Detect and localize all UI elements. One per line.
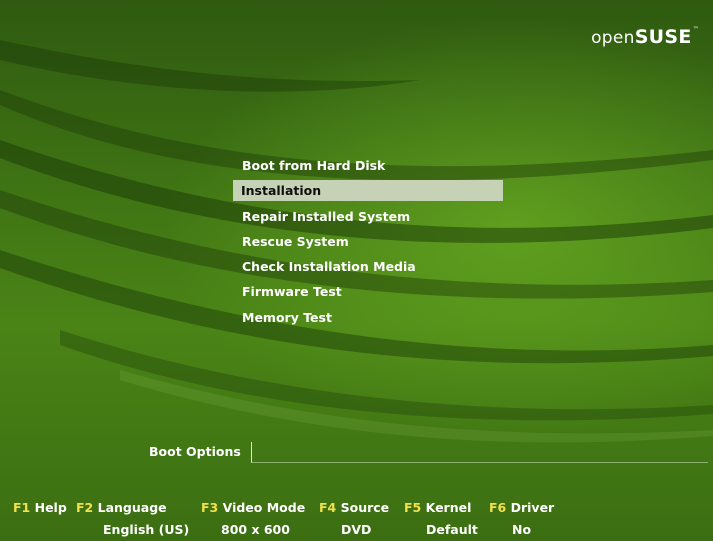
fkey-key: F5 bbox=[404, 500, 422, 515]
fkey-value: English (US) bbox=[103, 522, 190, 537]
menu-item-firmware-test[interactable]: Firmware Test bbox=[233, 281, 503, 302]
menu-item-repair-installed-system[interactable]: Repair Installed System bbox=[233, 206, 503, 227]
boot-options-label: Boot Options bbox=[149, 444, 241, 459]
fkey-value: DVD bbox=[341, 522, 372, 537]
fkey-help[interactable]: F1 Help bbox=[13, 500, 67, 515]
menu-item-installation[interactable]: Installation bbox=[233, 180, 503, 202]
boot-screen: openSUSE™ Boot from Hard Disk Installati… bbox=[0, 0, 713, 541]
fkey-video-mode[interactable]: F3 Video Mode 800 x 600 bbox=[201, 500, 306, 537]
menu-item-check-installation-media[interactable]: Check Installation Media bbox=[233, 256, 503, 277]
fkey-kernel[interactable]: F5 Kernel Default bbox=[404, 500, 478, 537]
fkey-key: F2 bbox=[76, 500, 94, 515]
fkey-value: No bbox=[512, 522, 532, 537]
logo-name: SUSE bbox=[634, 26, 692, 48]
fkey-key: F1 bbox=[13, 500, 31, 515]
menu-item-boot-from-hard-disk[interactable]: Boot from Hard Disk bbox=[233, 155, 503, 176]
fkey-driver[interactable]: F6 Driver No bbox=[489, 500, 555, 537]
menu-item-memory-test[interactable]: Memory Test bbox=[233, 307, 503, 328]
fkey-key: F4 bbox=[319, 500, 337, 515]
function-key-bar: F1 Help F2 Language English (US) F3 Vide… bbox=[0, 500, 713, 540]
fkey-name: Language bbox=[97, 500, 167, 515]
fkey-name: Kernel bbox=[425, 500, 472, 515]
opensuse-logo: openSUSE™ bbox=[591, 26, 699, 48]
fkey-source[interactable]: F4 Source DVD bbox=[319, 500, 390, 537]
menu-item-rescue-system[interactable]: Rescue System bbox=[233, 231, 503, 252]
fkey-value: 800 x 600 bbox=[221, 522, 290, 537]
fkey-key: F3 bbox=[201, 500, 219, 515]
fkey-name: Source bbox=[340, 500, 390, 515]
boot-options: Boot Options bbox=[148, 440, 708, 464]
fkey-name: Driver bbox=[510, 500, 555, 515]
boot-menu: Boot from Hard Disk Installation Repair … bbox=[233, 155, 503, 332]
fkey-name: Video Mode bbox=[222, 500, 306, 515]
logo-trademark: ™ bbox=[692, 26, 699, 33]
fkey-name: Help bbox=[34, 500, 67, 515]
fkey-key: F6 bbox=[489, 500, 507, 515]
fkey-language[interactable]: F2 Language English (US) bbox=[76, 500, 189, 537]
fkey-value: Default bbox=[426, 522, 478, 537]
logo-prefix: open bbox=[591, 28, 635, 48]
boot-options-input[interactable] bbox=[251, 442, 708, 463]
